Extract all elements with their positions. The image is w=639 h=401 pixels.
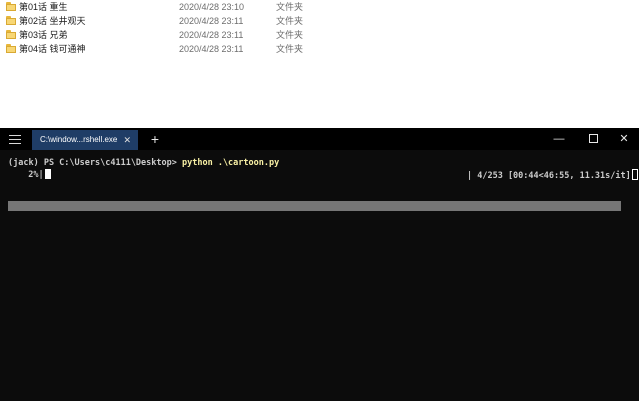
minimize-icon[interactable]: — — [544, 130, 574, 148]
file-explorer-list: 第01话 重生 2020/4/28 23:10 文件夹 第02话 坐井观天 20… — [0, 0, 639, 128]
close-icon[interactable]: ✕ — [609, 130, 639, 148]
text-cursor — [631, 169, 638, 180]
folder-name: 第01话 重生 — [19, 2, 68, 12]
folder-row[interactable]: 第04话 钱可通神 2020/4/28 23:11 文件夹 — [0, 42, 639, 56]
terminal-window[interactable]: C:\window...rshell.exe ✕ + — ✕ (jack) PS… — [0, 128, 639, 401]
folder-icon — [6, 2, 16, 11]
progress-percent: 2%| — [18, 170, 44, 180]
folder-icon — [6, 44, 16, 53]
folder-date: 2020/4/28 23:11 — [179, 16, 244, 26]
folder-icon — [6, 30, 16, 39]
folder-date: 2020/4/28 23:10 — [179, 2, 245, 12]
maximize-icon[interactable] — [578, 130, 608, 148]
console-output[interactable]: (jack) PS C:\Users\c4111\Desktop> python… — [0, 150, 639, 401]
plus-icon[interactable]: + — [148, 130, 162, 148]
folder-date: 2020/4/28 23:11 — [179, 44, 244, 54]
folder-date: 2020/4/28 23:11 — [179, 30, 244, 40]
hamburger-menu-icon[interactable] — [9, 135, 21, 144]
selection-bar — [8, 201, 621, 211]
folder-type: 文件夹 — [276, 2, 304, 12]
progress-fill — [44, 169, 51, 179]
folder-type: 文件夹 — [276, 16, 304, 26]
close-icon[interactable]: ✕ — [123, 130, 131, 150]
folder-row[interactable]: 第03话 兄弟 2020/4/28 23:11 文件夹 — [0, 28, 639, 42]
tab-powershell[interactable]: C:\window...rshell.exe ✕ — [32, 130, 138, 150]
command-text: python .\cartoon.py — [182, 158, 280, 168]
progress-stats: | 4/253 [00:44<46:55, 11.31s/it] — [467, 171, 631, 181]
folder-type: 文件夹 — [276, 30, 304, 40]
folder-name: 第02话 坐井观天 — [19, 16, 86, 26]
progress-bar-left: 2%| — [18, 169, 51, 180]
prompt-text: (jack) PS C:\Users\c4111\Desktop> — [8, 158, 182, 168]
folder-icon — [6, 16, 16, 25]
progress-bar-right: | 4/253 [00:44<46:55, 11.31s/it] — [467, 169, 638, 181]
prompt-line: (jack) PS C:\Users\c4111\Desktop> python… — [8, 158, 279, 168]
folder-row[interactable]: 第01话 重生 2020/4/28 23:10 文件夹 — [0, 0, 639, 14]
terminal-titlebar[interactable]: C:\window...rshell.exe ✕ + — ✕ — [0, 128, 639, 150]
folder-type: 文件夹 — [276, 44, 304, 54]
folder-name: 第04话 钱可通神 — [19, 44, 86, 54]
folder-name: 第03话 兄弟 — [19, 30, 68, 40]
folder-row[interactable]: 第02话 坐井观天 2020/4/28 23:11 文件夹 — [0, 14, 639, 28]
tab-title: C:\window...rshell.exe — [40, 135, 118, 144]
